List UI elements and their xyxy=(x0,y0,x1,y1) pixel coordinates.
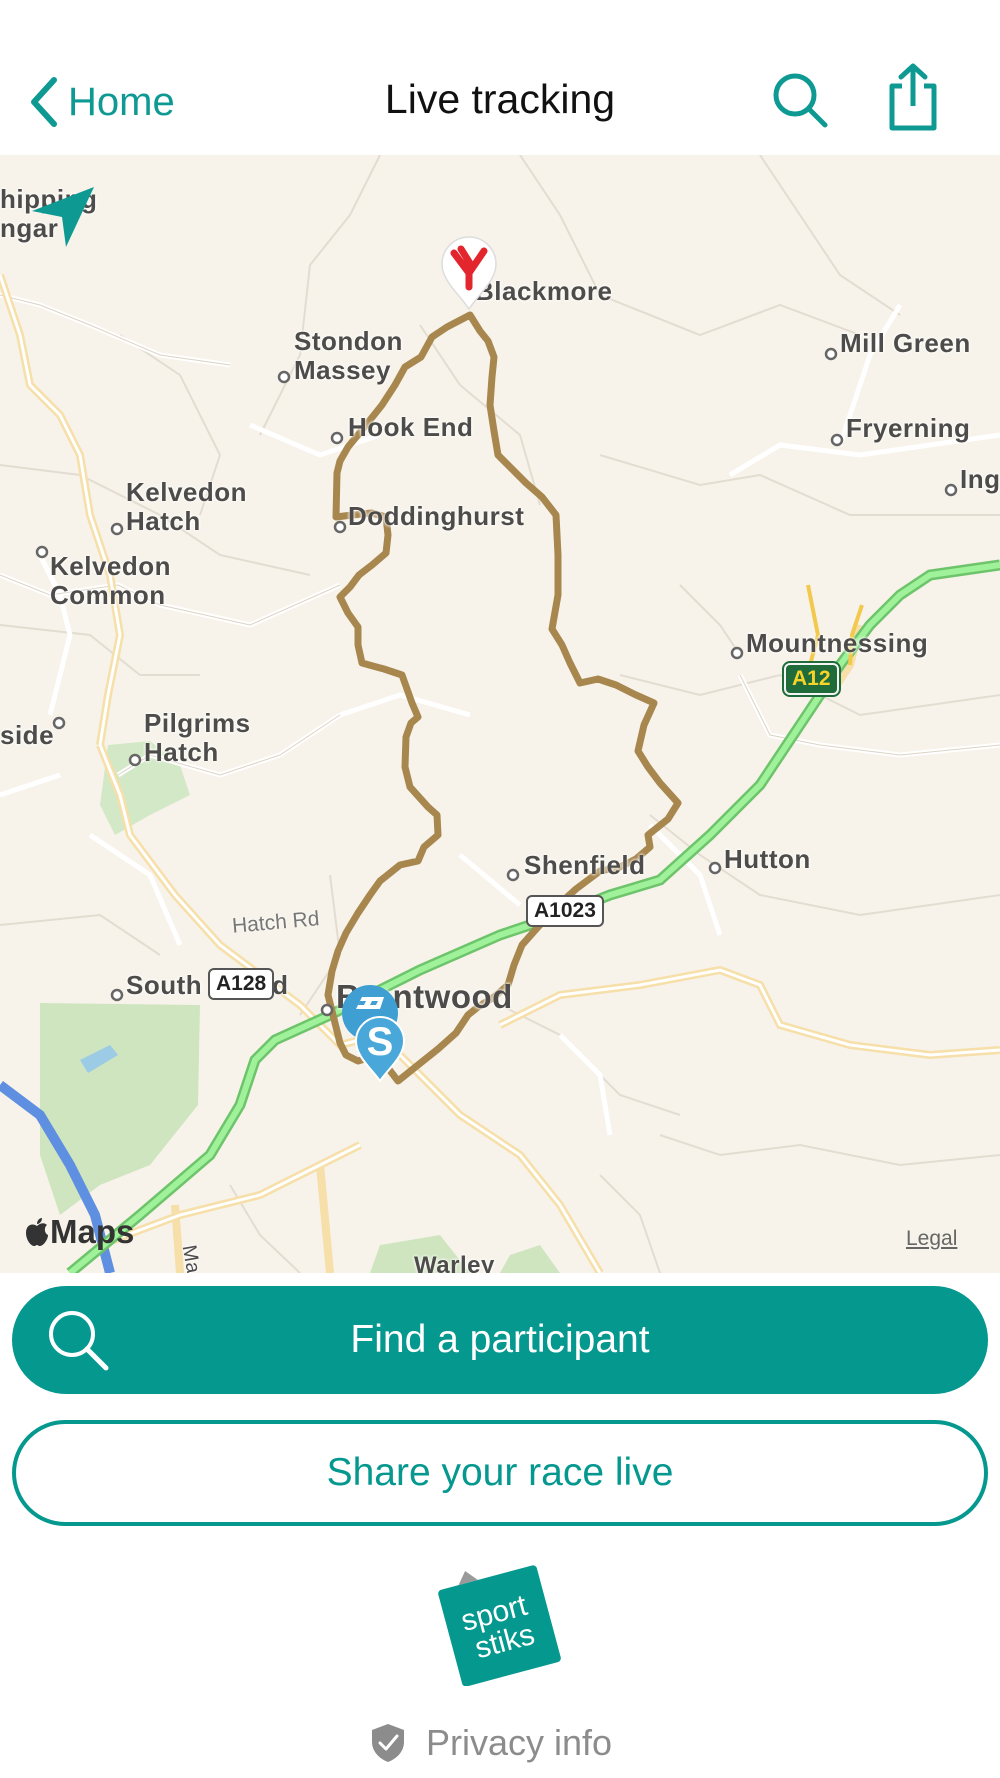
place-ing: Ing xyxy=(960,464,1000,494)
place-side: side xyxy=(0,720,55,750)
search-button[interactable] xyxy=(770,70,830,130)
place-shenfield: Shenfield xyxy=(524,850,646,880)
start-pin-icon: S xyxy=(342,985,406,1083)
privacy-info-link[interactable]: Privacy info xyxy=(370,1720,612,1766)
share-icon xyxy=(889,63,937,131)
share-race-label: Share your race live xyxy=(326,1451,674,1494)
place-hook-end: Hook End xyxy=(348,412,474,442)
maps-attribution: Maps xyxy=(24,1213,134,1251)
legal-link[interactable]: Legal xyxy=(906,1227,957,1251)
shield-icon xyxy=(372,1724,404,1762)
share-button[interactable] xyxy=(880,62,946,132)
share-race-button[interactable]: Share your race live xyxy=(12,1420,988,1526)
svg-text:S: S xyxy=(367,1020,394,1064)
place-pilgrims-hatch: Pilgrims Hatch xyxy=(144,708,251,767)
place-hutton: Hutton xyxy=(724,844,811,874)
maps-label: Maps xyxy=(50,1213,135,1250)
sportstiks-logo: sport stiks xyxy=(434,1562,564,1687)
location-button[interactable] xyxy=(28,183,98,254)
page-title: Live tracking xyxy=(384,76,616,122)
location-arrow-icon xyxy=(32,187,94,247)
apple-logo-icon xyxy=(26,1218,48,1246)
search-icon xyxy=(773,73,828,128)
finish-marker[interactable] xyxy=(440,235,498,316)
start-marker[interactable]: S xyxy=(340,983,412,1088)
privacy-info-label: Privacy info xyxy=(426,1722,613,1763)
find-participant-label: Find a participant xyxy=(350,1318,650,1361)
nav-bar: Home Live tracking xyxy=(0,0,1000,155)
place-kelvedon-common: Kelvedon Common xyxy=(50,551,172,610)
finish-pin-icon xyxy=(441,236,497,311)
road-label-a1023: A1023 xyxy=(526,895,604,927)
route-map[interactable]: hipping ngar Blackmore Stondon Massey Mi… xyxy=(0,155,1000,1273)
place-mountnessing: Mountnessing xyxy=(746,628,929,658)
search-icon xyxy=(49,1311,109,1371)
road-label-a12: A12 xyxy=(784,663,839,695)
road-label-a128: A128 xyxy=(208,968,275,1000)
place-doddinghurst: Doddinghurst xyxy=(348,501,525,531)
place-kelvedon-hatch: Kelvedon Hatch xyxy=(126,477,248,536)
find-participant-button[interactable]: Find a participant xyxy=(12,1286,988,1394)
place-ma: Ma xyxy=(177,1243,205,1273)
place-fryerning: Fryerning xyxy=(846,413,971,443)
place-warley: Warley xyxy=(414,1252,495,1273)
place-stondon-massey: Stondon Massey xyxy=(294,326,403,385)
place-mill-green: Mill Green xyxy=(840,328,971,358)
